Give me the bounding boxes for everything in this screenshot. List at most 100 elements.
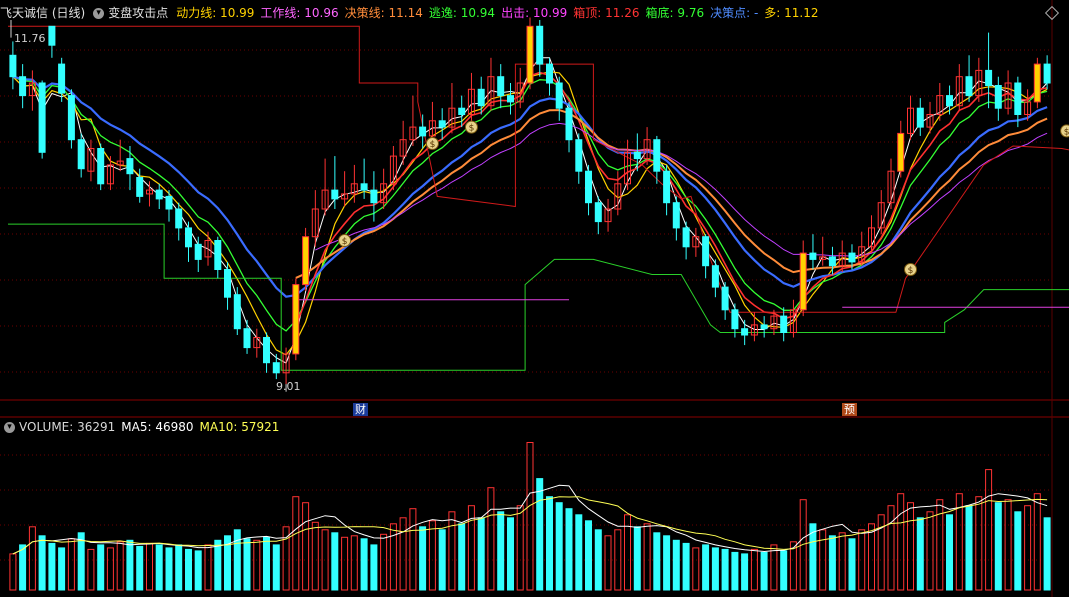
candle[interactable] xyxy=(682,227,690,248)
volume-bar[interactable] xyxy=(409,508,417,591)
candle[interactable] xyxy=(9,54,17,78)
volume-bar[interactable] xyxy=(175,544,183,591)
volume-bar[interactable] xyxy=(380,533,388,591)
volume-bar[interactable] xyxy=(780,550,788,591)
volume-bar[interactable] xyxy=(750,548,758,591)
volume-bar[interactable] xyxy=(214,539,222,591)
candle[interactable] xyxy=(848,252,856,263)
volume-bar[interactable] xyxy=(146,542,153,591)
candle[interactable] xyxy=(331,189,339,200)
volume-bar[interactable] xyxy=(975,496,983,591)
candle[interactable] xyxy=(360,183,368,191)
volume-bar[interactable] xyxy=(1043,517,1051,591)
volume-bar[interactable] xyxy=(633,526,641,591)
volume-bar[interactable] xyxy=(302,502,310,591)
candle[interactable] xyxy=(185,227,192,248)
volume-bar[interactable] xyxy=(604,535,612,591)
candle[interactable] xyxy=(555,82,563,109)
candle[interactable] xyxy=(546,63,553,84)
volume-bar[interactable] xyxy=(19,544,27,591)
volume-bar[interactable] xyxy=(116,541,124,591)
candle[interactable] xyxy=(438,120,446,128)
volume-bar[interactable] xyxy=(682,542,690,591)
volume-bar[interactable] xyxy=(663,535,671,591)
candle[interactable] xyxy=(77,139,85,170)
candle[interactable] xyxy=(58,63,66,94)
volume-bar[interactable] xyxy=(526,442,534,591)
volume-bar[interactable] xyxy=(994,502,1002,591)
candle[interactable] xyxy=(741,328,749,336)
volume-bar[interactable] xyxy=(477,517,485,591)
volume-bar[interactable] xyxy=(438,529,446,591)
volume-bar[interactable] xyxy=(48,542,56,591)
volume-bar[interactable] xyxy=(28,526,36,591)
candle[interactable] xyxy=(243,328,251,349)
volume-bar[interactable] xyxy=(594,529,602,591)
candle[interactable] xyxy=(633,151,641,160)
candle[interactable] xyxy=(711,265,719,288)
candle[interactable] xyxy=(585,170,592,204)
volume-bar[interactable] xyxy=(350,535,358,591)
volume-bar[interactable] xyxy=(868,523,875,591)
volume-bar[interactable] xyxy=(1024,505,1032,591)
candle[interactable] xyxy=(809,252,817,260)
volume-bar[interactable] xyxy=(887,505,895,591)
volume-bar[interactable] xyxy=(643,523,651,591)
volume-bar[interactable] xyxy=(136,545,144,591)
volume-bar[interactable] xyxy=(67,538,75,591)
volume-bar[interactable] xyxy=(38,535,46,591)
money-bag-icon[interactable]: $ xyxy=(425,136,439,150)
volume-bar[interactable] xyxy=(155,544,163,591)
candle[interactable] xyxy=(292,284,300,355)
volume-bar[interactable] xyxy=(555,502,563,591)
volume-bar[interactable] xyxy=(97,544,105,591)
volume-bar[interactable] xyxy=(653,532,661,591)
candle[interactable] xyxy=(575,139,583,172)
volume-bar[interactable] xyxy=(243,538,251,591)
stock-title[interactable]: 飞天诚信 (日线) xyxy=(0,4,85,22)
volume-bar[interactable] xyxy=(428,520,436,591)
candle[interactable] xyxy=(828,256,836,267)
volume-bar[interactable] xyxy=(272,544,280,591)
candle[interactable] xyxy=(458,107,466,115)
volume-bar[interactable] xyxy=(565,508,573,591)
volume-bar[interactable] xyxy=(165,547,173,591)
chevron-down-icon[interactable]: ▾ xyxy=(4,421,15,433)
volume-bar[interactable] xyxy=(292,496,300,591)
money-bag-icon[interactable]: $ xyxy=(464,120,478,134)
candle[interactable] xyxy=(370,189,378,204)
volume-bar[interactable] xyxy=(370,544,378,591)
volume-bar[interactable] xyxy=(497,511,505,591)
volume-bar[interactable] xyxy=(1033,493,1041,591)
candle[interactable] xyxy=(194,243,202,260)
candle[interactable] xyxy=(477,88,485,107)
volume-bar[interactable] xyxy=(204,544,212,591)
candle[interactable] xyxy=(780,315,788,334)
volume-bar[interactable] xyxy=(126,539,134,591)
candle[interactable] xyxy=(799,252,807,311)
candle[interactable] xyxy=(497,76,505,97)
volume-bar[interactable] xyxy=(77,532,85,591)
volume-bar[interactable] xyxy=(507,517,514,591)
volume-bar[interactable] xyxy=(233,529,241,591)
candle[interactable] xyxy=(419,126,427,137)
volume-bar[interactable] xyxy=(341,536,349,591)
volume-panel[interactable] xyxy=(9,442,1051,591)
candle[interactable] xyxy=(214,240,222,270)
volume-bar[interactable] xyxy=(985,469,993,591)
volume-bar[interactable] xyxy=(106,547,114,591)
volume-bar[interactable] xyxy=(858,529,866,591)
volume-bar[interactable] xyxy=(399,517,407,591)
candle[interactable] xyxy=(38,82,46,153)
volume-bar[interactable] xyxy=(331,532,339,591)
candle[interactable] xyxy=(653,139,661,172)
candle[interactable] xyxy=(1033,63,1041,103)
candle[interactable] xyxy=(48,25,56,46)
volume-bar[interactable] xyxy=(1004,499,1012,591)
volume-bar[interactable] xyxy=(58,547,66,591)
volume-bar[interactable] xyxy=(194,550,202,591)
volume-bar[interactable] xyxy=(419,526,427,591)
volume-bar[interactable] xyxy=(848,538,856,591)
volume-bar[interactable] xyxy=(614,529,622,591)
money-bag-icon[interactable]: $ xyxy=(904,262,918,276)
